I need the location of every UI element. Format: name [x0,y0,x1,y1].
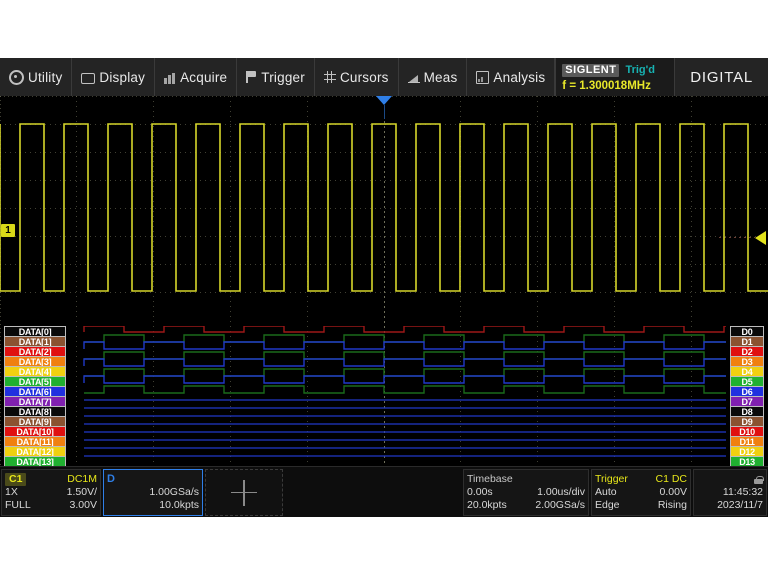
timebase-delay: 0.00s [467,486,493,499]
trigger-slope: Rising [658,499,687,512]
menu-item-label: Analysis [493,70,545,85]
screenshot-letterbox: Utility Display Acquire Trigger Cursors … [0,0,768,576]
siglent-logo: SIGLENT [562,64,619,77]
channel1-bandwidth: FULL [5,499,31,512]
trigger-level: 0.00V [660,486,687,499]
digital-right-label-d13[interactable]: D13 [730,456,764,466]
timebase-memory: 20.0kpts [467,499,507,512]
menu-item-label: Cursors [340,70,389,85]
digital-waveform-traces [0,326,768,466]
channel1-tag: C1 [5,473,26,486]
digital-pod-status-box[interactable]: D 1.00GSa/s 10.0kpts [103,469,203,516]
oscilloscope-screen: Utility Display Acquire Trigger Cursors … [0,58,768,517]
digital-sample-rate: 1.00GSa/s [149,486,199,499]
menu-item-label: Acquire [180,70,227,85]
trigger-header: Trigger [595,473,628,486]
trigger-type: Edge [595,499,620,512]
digital-memory-depth: 10.0kpts [159,499,199,512]
trigger-status-badge: Trig'd [625,64,655,76]
digital-label-d13[interactable]: DATA[13] [4,456,66,466]
analog-waveform-c1 [0,96,768,326]
clock-status-box[interactable]: 11:45:32 2023/11/7 [693,469,767,516]
waveform-plot-area[interactable]: 1 [0,96,768,466]
analysis-icon [476,71,489,84]
digital-right-label-column: D0 D1 D2 D3 D4 D5 D6 D7 D8 D9 D10 D11 D1… [730,326,764,466]
menu-bar: Utility Display Acquire Trigger Cursors … [0,58,768,96]
menu-item-analysis[interactable]: Analysis [467,58,555,96]
menu-item-meas[interactable]: Meas [399,58,468,96]
digital-pod-tag: D [107,473,115,486]
menu-item-acquire[interactable]: Acquire [155,58,237,96]
digital-left-label-column: DATA[0] DATA[1] DATA[2] DATA[3] DATA[4] … [4,326,66,466]
crosshair-icon [231,480,257,506]
trigger-status-box[interactable]: Trigger C1 DC Auto 0.00V Edge Rising [591,469,691,516]
channel1-coupling: DC1M [67,473,97,486]
digital-mode-title: DIGITAL [675,58,768,96]
status-spacer [285,469,461,516]
timebase-status-box[interactable]: Timebase 0.00s 1.00us/div 20.0kpts 2.00G… [463,469,589,516]
timebase-header: Timebase [467,473,513,486]
channel1-status-box[interactable]: C1 DC1M 1X 1.50V/ FULL 3.00V [1,469,101,516]
menu-item-cursors[interactable]: Cursors [315,58,399,96]
display-icon [81,73,95,84]
menu-item-label: Utility [28,70,62,85]
lan-lock-icon [754,476,763,484]
trigger-source: C1 DC [655,473,687,486]
trigger-mode: Auto [595,486,617,499]
trigger-flag-icon [246,71,257,83]
acquire-icon [164,73,176,84]
menu-item-utility[interactable]: Utility [0,58,72,96]
menu-item-display[interactable]: Display [72,58,155,96]
menu-item-label: Meas [424,70,458,85]
gear-icon [9,70,24,85]
cursor-crosshair-box[interactable] [205,469,283,516]
clock-date: 2023/11/7 [717,499,763,512]
timebase-scale: 1.00us/div [537,486,585,499]
channel1-scale: 1.50V/ [67,486,97,499]
brand-status-box: SIGLENT Trig'd f = 1.300018MHz [555,58,675,96]
menu-item-trigger[interactable]: Trigger [237,58,315,96]
menu-item-label: Display [99,70,145,85]
timebase-sample-rate: 2.00GSa/s [535,499,585,512]
measure-icon [408,73,420,83]
menu-item-label: Trigger [261,70,305,85]
cursors-icon [324,71,336,83]
frequency-readout: f = 1.300018MHz [562,79,668,93]
clock-time: 11:45:32 [723,486,763,499]
status-bar: C1 DC1M 1X 1.50V/ FULL 3.00V D 1.00GSa/s… [0,466,768,517]
channel1-probe: 1X [5,486,18,499]
channel1-offset: 3.00V [70,499,97,512]
